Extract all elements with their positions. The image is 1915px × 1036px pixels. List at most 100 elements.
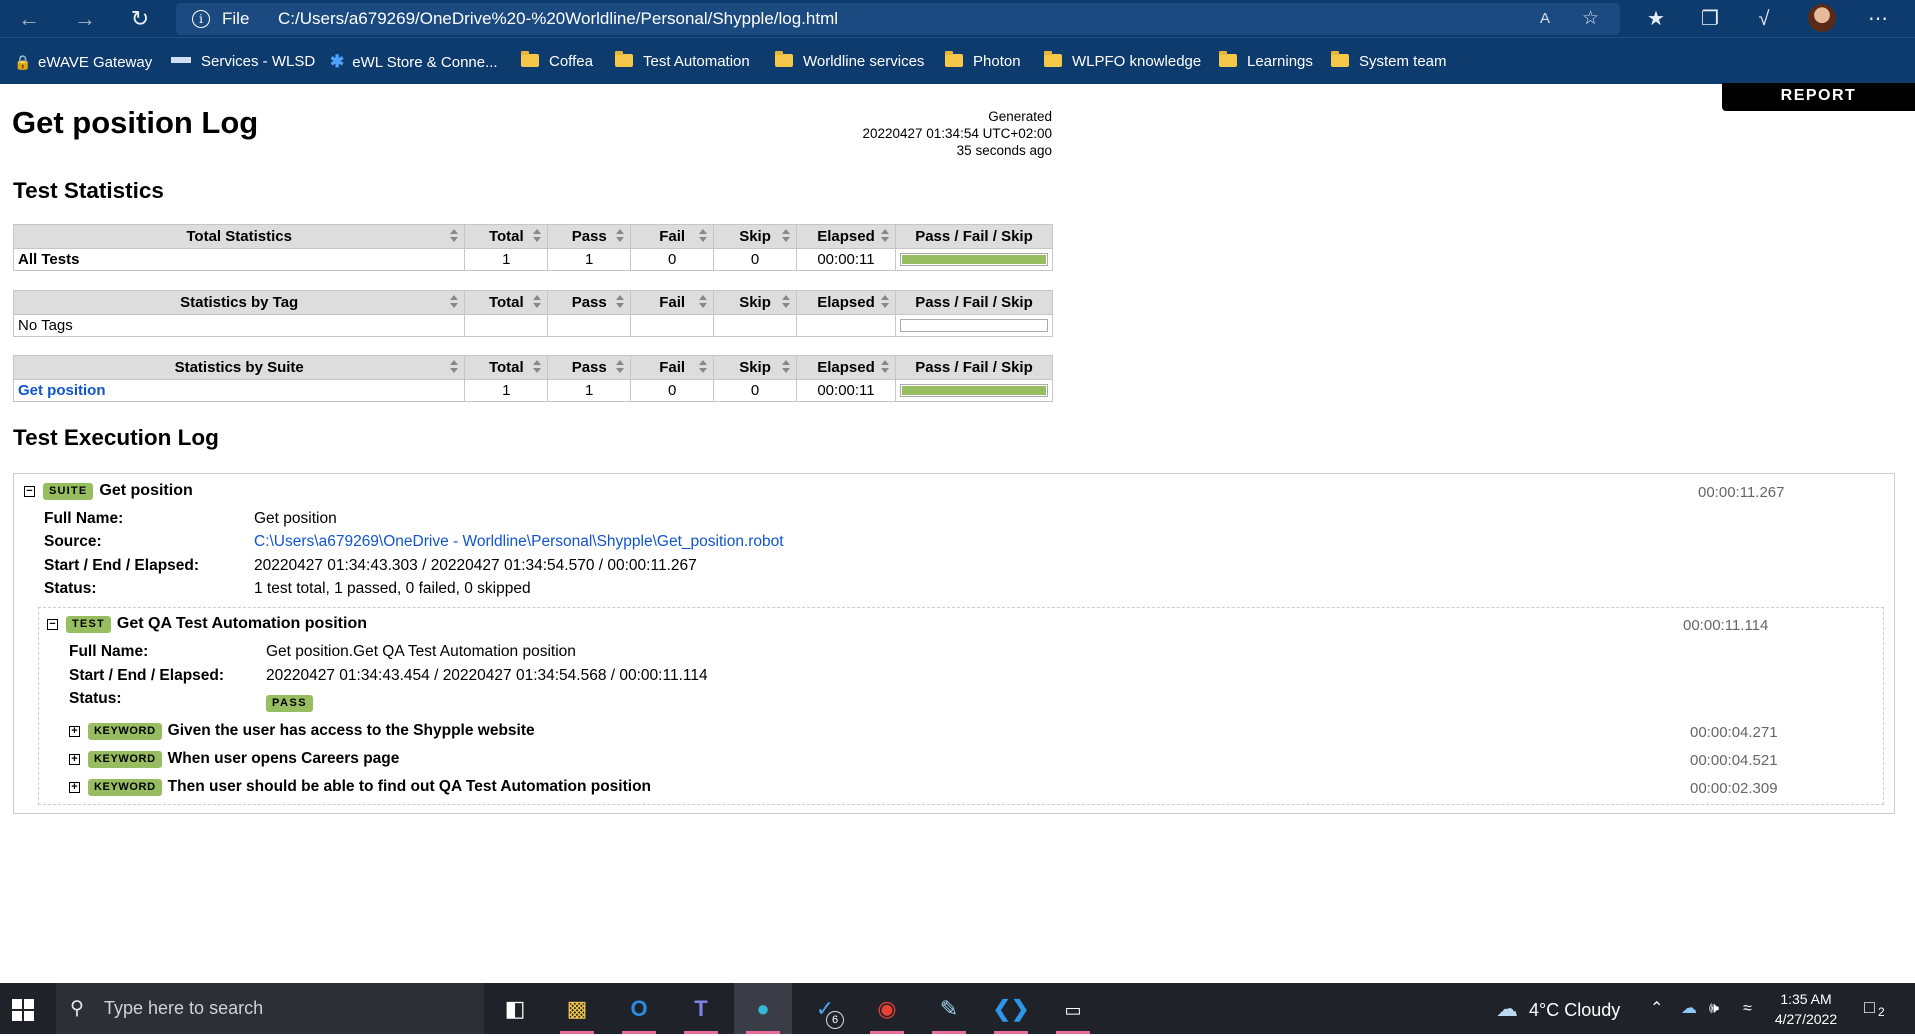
generated-timestamp: 20220427 01:34:54 UTC+02:00 [862, 126, 1052, 141]
column-header-pass[interactable]: Pass [547, 224, 632, 249]
suite-stat-link[interactable]: Get position [18, 382, 106, 399]
collapse-icon[interactable]: − [47, 619, 58, 630]
outlook-icon[interactable]: O [610, 983, 668, 1034]
back-icon[interactable]: ← [14, 4, 44, 34]
bookmark-worldline-services[interactable]: Worldline services [775, 51, 924, 72]
system-clock[interactable]: 1:35 AM 4/27/2022 [1768, 989, 1844, 1029]
read-aloud-icon[interactable]: A [1540, 3, 1550, 35]
table-row: Get position 1 1 0 0 00:00:11 [12, 379, 1054, 402]
column-header-total[interactable]: Total [464, 224, 549, 249]
taskbar-search[interactable]: ⚲ Type here to search [56, 983, 484, 1034]
column-header-skip[interactable]: Skip [713, 290, 798, 315]
url-text[interactable]: C:/Users/a679269/OneDrive%20-%20Worldlin… [278, 3, 838, 35]
more-menu-icon[interactable]: ⋯ [1862, 3, 1894, 35]
suite-source-link[interactable]: C:\Users\a679269\OneDrive - Worldline\Pe… [254, 530, 784, 554]
meta-key: Status: [44, 580, 97, 597]
profile-avatar[interactable] [1808, 4, 1836, 32]
keyword-header[interactable]: + KEYWORD Given the user has access to the… [69, 720, 535, 742]
column-header-skip[interactable]: Skip [713, 355, 798, 380]
show-hidden-icons[interactable]: ⌃ [1650, 983, 1663, 1034]
teams-icon[interactable]: T [672, 983, 730, 1034]
windows-start-icon[interactable] [12, 999, 34, 1021]
taskbar: ⚲ Type here to search ◧ ▩ O T ● ✓ 6 ◉ ✎ ❮… [0, 983, 1915, 1034]
test-header[interactable]: − TEST Get QA Test Automation position [47, 613, 367, 635]
file-explorer-icon[interactable]: ▩ [548, 983, 606, 1034]
keyword-header[interactable]: + KEYWORD Then user should be able to find… [69, 776, 651, 798]
vscode-icon[interactable]: ❮❯ [982, 983, 1040, 1034]
column-header-fail[interactable]: Fail [630, 355, 715, 380]
volume-icon[interactable]: 🕪 [1709, 983, 1719, 1034]
table-header-row: Total Statistics Total Pass Fail Skip El… [12, 224, 1054, 249]
weather-widget[interactable]: ☁ 4°C Cloudy [1496, 983, 1620, 1036]
suite-name: Get position [99, 482, 193, 499]
stat-skip: 0 [713, 248, 798, 271]
refresh-icon[interactable]: ↻ [125, 4, 155, 34]
bookmark-wlpfo-knowledge[interactable]: WLPFO knowledge [1044, 51, 1201, 72]
column-header-elapsed[interactable]: Elapsed [796, 224, 896, 249]
meta-key: Start / End / Elapsed: [44, 557, 200, 574]
column-header-skip[interactable]: Skip [713, 224, 798, 249]
ewl-icon: ✱ [330, 52, 345, 71]
cloud-icon: ☁ [1496, 996, 1518, 1021]
keyword-header[interactable]: + KEYWORD When user opens Careers page [69, 748, 399, 770]
forward-icon[interactable]: → [70, 4, 100, 34]
expand-icon[interactable]: + [69, 726, 80, 737]
bookmark-ewave-gateway[interactable]: 🔒 eWAVE Gateway [14, 52, 152, 72]
report-link[interactable]: REPORT [1722, 83, 1915, 111]
notification-count: 2 [1876, 1005, 1887, 1019]
sort-icon [533, 360, 542, 374]
wifi-icon[interactable]: ≈ [1743, 983, 1752, 1034]
bookmark-test-automation[interactable]: Test Automation [615, 51, 750, 72]
clock-time: 1:35 AM [1780, 991, 1832, 1007]
folder-icon [615, 51, 633, 67]
column-header-name[interactable]: Statistics by Tag [12, 290, 466, 315]
collapse-icon[interactable]: − [24, 486, 35, 497]
column-header-total[interactable]: Total [464, 355, 549, 380]
address-bar[interactable]: i File C:/Users/a679269/OneDrive%20-%20W… [176, 3, 1620, 35]
onedrive-icon[interactable]: ☁ [1681, 983, 1697, 1034]
column-header-pass[interactable]: Pass [547, 290, 632, 315]
column-header-name[interactable]: Total Statistics [12, 224, 466, 249]
bookmark-learnings[interactable]: Learnings [1219, 51, 1313, 72]
lock-icon: 🔒 [14, 54, 32, 70]
column-header-pass[interactable]: Pass [547, 355, 632, 380]
bookmark-system-team[interactable]: System team [1331, 51, 1447, 72]
stat-elapsed: 00:00:11 [796, 248, 896, 271]
collections-icon[interactable]: ❐ [1694, 3, 1726, 35]
expand-icon[interactable]: + [69, 754, 80, 765]
edge-icon[interactable]: ● [734, 983, 792, 1034]
add-favorite-icon[interactable]: ☆ [1582, 3, 1599, 35]
column-header-fail[interactable]: Fail [630, 224, 715, 249]
notification-icon[interactable]: □ 2 [1864, 997, 1887, 1019]
task-view-icon[interactable]: ◧ [486, 983, 544, 1034]
sort-icon [782, 295, 791, 309]
column-header-elapsed[interactable]: Elapsed [796, 290, 896, 315]
info-icon[interactable]: i [192, 10, 210, 28]
stat-skip: 0 [713, 379, 798, 402]
column-header-fail[interactable]: Fail [630, 290, 715, 315]
column-header-name[interactable]: Statistics by Suite [12, 355, 466, 380]
folder-icon [1044, 51, 1062, 67]
chrome-icon[interactable]: ◉ [858, 983, 916, 1034]
column-header-total[interactable]: Total [464, 290, 549, 315]
column-header-graph[interactable]: Pass / Fail / Skip [894, 355, 1054, 380]
bookmark-services-wlsd[interactable]: Services - WLSD [171, 52, 315, 72]
suite-header[interactable]: − SUITE Get position [24, 480, 193, 502]
column-header-elapsed[interactable]: Elapsed [796, 355, 896, 380]
math-solver-icon[interactable]: √ [1748, 3, 1780, 35]
notepad-icon[interactable]: ✎ [920, 983, 978, 1034]
column-header-graph[interactable]: Pass / Fail / Skip [894, 290, 1054, 315]
bookmark-coffea[interactable]: Coffea [521, 51, 593, 72]
bookmark-photon[interactable]: Photon [945, 51, 1021, 72]
table-row: All Tests 1 1 0 0 00:00:11 [12, 248, 1054, 271]
sort-icon [533, 295, 542, 309]
sort-icon [616, 295, 625, 309]
todo-icon[interactable]: ✓ 6 [796, 983, 854, 1034]
column-header-graph[interactable]: Pass / Fail / Skip [894, 224, 1054, 249]
folder-icon [521, 51, 539, 67]
terminal-icon[interactable]: ▭ [1044, 983, 1102, 1034]
favorites-icon[interactable]: ★ [1640, 3, 1672, 35]
bookmark-ewl-store[interactable]: ✱ eWL Store & Conne... [330, 52, 498, 72]
expand-icon[interactable]: + [69, 782, 80, 793]
total-statistics-table: Total Statistics Total Pass Fail Skip El… [12, 224, 1054, 271]
